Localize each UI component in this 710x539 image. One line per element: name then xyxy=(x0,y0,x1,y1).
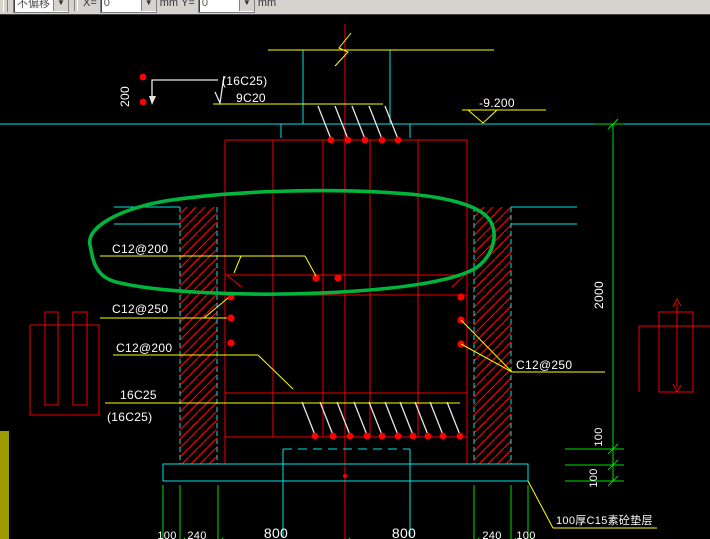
dim-bottom-1: 240 xyxy=(187,530,206,539)
top-hook-bars xyxy=(317,105,399,140)
vertical-dimensions: 2000 100 100 xyxy=(565,118,624,488)
dim-bottom-4: 240 xyxy=(482,530,501,539)
column-top-outline xyxy=(268,32,494,138)
chevron-down-icon[interactable]: ▼ xyxy=(140,0,156,11)
dim-bottom-5: 100 xyxy=(516,530,535,539)
stirrup-mid-label: C12@250 xyxy=(112,302,168,316)
dim-bottom-2: 800 xyxy=(264,525,288,539)
section-detail-right xyxy=(638,297,710,394)
main-bars-alt-label: (16C25) xyxy=(107,410,152,424)
offset-mode-value: 不偏移 xyxy=(17,0,50,10)
left-callouts: C12@200 C12@250 C12@200 16C25 (16C25) xyxy=(100,242,460,424)
y-value-dropdown[interactable]: 0 ▼ xyxy=(197,0,255,13)
section-detail-left xyxy=(29,311,100,416)
toolbar-grip[interactable] xyxy=(3,0,8,12)
elevation-marker: -9.200 xyxy=(462,96,546,124)
elevation-label: -9.200 xyxy=(479,96,515,110)
bottom-dimensions: 100 240 800 800 240 100 xyxy=(157,485,535,539)
y-value: 0 xyxy=(201,0,208,9)
cad-window: 不偏移 ▼ X= 0 ▼ mm Y= 0 ▼ mm 200 (16C25) 9C… xyxy=(0,0,710,539)
dim-200-label: 200 xyxy=(118,86,132,107)
wall-right xyxy=(473,206,577,464)
main-bars-label: 16C25 xyxy=(120,388,157,402)
rebar-cage xyxy=(224,139,468,464)
y-unit-label: mm xyxy=(257,0,277,9)
side-palette-strip[interactable] xyxy=(0,431,9,539)
dim-2000-label: 2000 xyxy=(592,281,606,309)
foundation-detail-drawing: 200 (16C25) 9C20 -9.200 C12@200 C12@250 … xyxy=(0,24,710,539)
bottom-hook-bars xyxy=(301,401,461,436)
dim-bottom-0: 100 xyxy=(157,530,176,539)
top-bar-callout: 200 (16C25) 9C20 xyxy=(118,74,383,107)
x-value: 0 xyxy=(103,0,110,9)
top-bars-label: 9C20 xyxy=(236,91,266,105)
y-label: Y= xyxy=(181,0,195,9)
dim-100-upper-label: 100 xyxy=(593,427,605,446)
x-label: X= xyxy=(83,0,97,9)
chevron-down-icon[interactable]: ▼ xyxy=(238,0,254,11)
drawing-canvas[interactable]: 200 (16C25) 9C20 -9.200 C12@200 C12@250 … xyxy=(0,14,710,539)
stirrup-right-label: C12@250 xyxy=(516,358,572,372)
top-alt-bars-label: (16C25) xyxy=(222,74,267,88)
x-unit-label: mm xyxy=(159,0,179,9)
dim-100-lower-label: 100 xyxy=(588,468,600,487)
x-value-dropdown[interactable]: 0 ▼ xyxy=(99,0,157,13)
offset-mode-dropdown[interactable]: 不偏移 ▼ xyxy=(13,0,69,13)
arrowhead-icon xyxy=(149,96,156,105)
stirrup-upper-label: C12@200 xyxy=(112,242,168,256)
chevron-down-icon[interactable]: ▼ xyxy=(53,0,68,11)
cushion-note-label: 100厚C15素砼垫层 xyxy=(556,513,653,527)
toolbar: 不偏移 ▼ X= 0 ▼ mm Y= 0 ▼ mm xyxy=(0,0,710,15)
toolbar-separator xyxy=(74,0,78,11)
stirrup-lower-label: C12@200 xyxy=(116,341,172,355)
dim-bottom-3: 800 xyxy=(392,525,416,539)
